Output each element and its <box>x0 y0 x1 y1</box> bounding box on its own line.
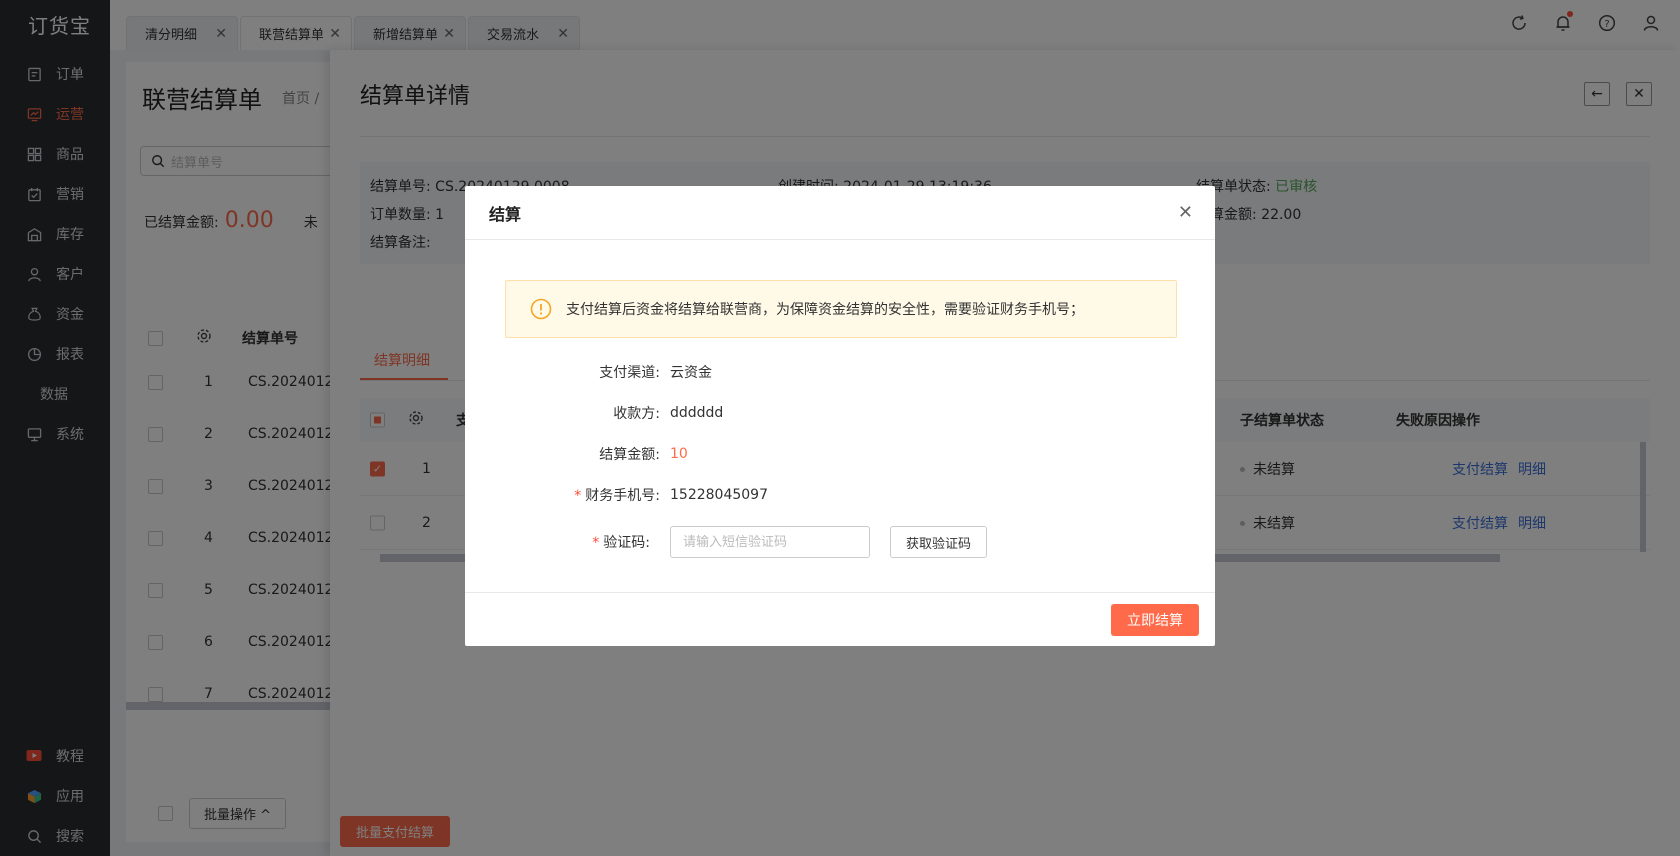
field-label: 支付渠道: <box>599 365 660 381</box>
field-label: * 验证码: <box>465 532 650 552</box>
field-value: dddddd <box>670 405 724 421</box>
modal-footer: 立即结算 <box>465 592 1215 646</box>
field-finance-phone: * 财务手机号: 15228045097 <box>465 479 1215 511</box>
field-value: 15228045097 <box>670 487 768 503</box>
required-mark: * <box>574 488 582 504</box>
field-value: 10 <box>670 446 688 462</box>
field-pay-channel: 支付渠道: 云资金 <box>465 356 1215 388</box>
field-value: 云资金 <box>670 365 712 381</box>
field-payee: 收款方: dddddd <box>465 397 1215 429</box>
modal-title: 结算 <box>489 204 522 224</box>
settle-now-button[interactable]: 立即结算 <box>1111 604 1199 636</box>
required-mark: * <box>592 535 600 551</box>
field-amount: 结算金额: 10 <box>465 438 1215 470</box>
warning-icon <box>530 298 552 320</box>
alert-text: 支付结算后资金将结算给联营商，为保障资金结算的安全性，需要验证财务手机号； <box>566 302 1084 318</box>
field-label: 收款方: <box>613 406 660 422</box>
label-text: 验证码: <box>603 535 650 551</box>
field-verify-code: *验证码: 获取验证码 <box>465 526 1215 558</box>
verify-code-input[interactable] <box>670 526 870 558</box>
warning-alert: 支付结算后资金将结算给联营商，为保障资金结算的安全性，需要验证财务手机号； <box>505 280 1177 338</box>
field-label: * 财务手机号: <box>465 485 660 505</box>
field-label: 结算金额: <box>599 447 660 463</box>
modal-header: 结算 ✕ <box>465 186 1215 240</box>
close-icon[interactable]: ✕ <box>1178 202 1193 223</box>
settle-modal: 结算 ✕ 支付结算后资金将结算给联营商，为保障资金结算的安全性，需要验证财务手机… <box>465 186 1215 646</box>
label-text: 财务手机号: <box>585 488 660 504</box>
get-code-button[interactable]: 获取验证码 <box>890 526 988 558</box>
